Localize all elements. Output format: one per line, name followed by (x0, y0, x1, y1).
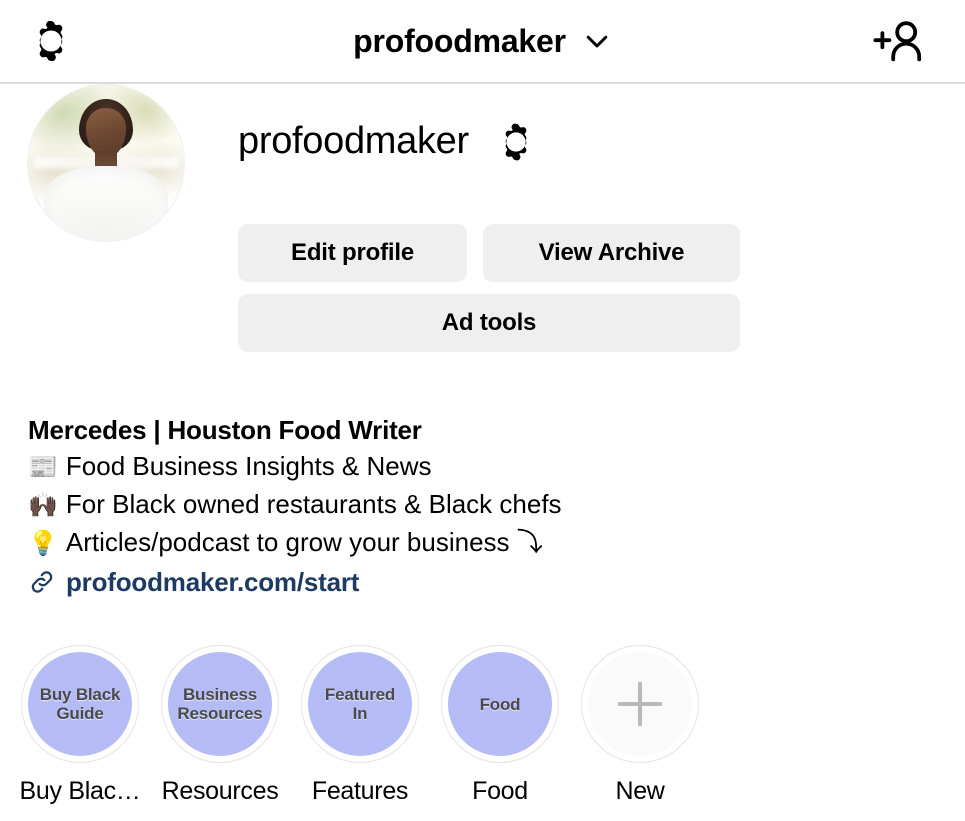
raised-hands-emoji: 🙌🏿 (28, 492, 58, 519)
new-highlight-cover (588, 652, 692, 756)
avatar[interactable] (27, 84, 185, 242)
topbar-left-group (0, 18, 150, 64)
light-bulb-emoji: 💡 (28, 530, 58, 557)
profile-action-buttons: Edit profile View Archive Ad tools (238, 224, 740, 352)
highlight-label: Resources (161, 777, 279, 805)
bio-line-text: Articles/podcast to grow your business ⤵ (65, 527, 543, 557)
highlight-item[interactable]: Featured In Features (290, 645, 430, 806)
profile-bio: Mercedes | Houston Food Writer 📰 Food Bu… (28, 412, 728, 600)
plus-icon[interactable] (618, 682, 662, 726)
profile-avatar[interactable] (27, 84, 185, 242)
gear-icon[interactable] (495, 121, 537, 163)
new-highlight-item[interactable]: New (570, 645, 710, 806)
bio-line: 📰 Food Business Insights & News (28, 448, 728, 486)
topbar-username: profoodmaker (353, 22, 566, 59)
bio-line: 🙌🏿 For Black owned restaurants & Black c… (28, 486, 728, 524)
highlight-ring: Food (441, 645, 559, 763)
bio-line-text: For Black owned restaurants & Black chef… (65, 489, 562, 519)
highlight-ring: Business Resources (161, 645, 279, 763)
bio-website-link[interactable]: profoodmaker.com/start (66, 564, 359, 600)
bio-title: Mercedes | Houston Food Writer (28, 415, 422, 445)
highlight-label: Features (311, 777, 409, 805)
highlight-item[interactable]: Buy Black Guide Buy Blac… (10, 645, 150, 806)
topbar-account-switcher[interactable]: profoodmaker (150, 23, 815, 60)
highlight-ring: Featured In (301, 645, 419, 763)
highlight-label: Food (472, 777, 528, 805)
topbar-right-group (815, 17, 965, 65)
highlight-item[interactable]: Food Food (430, 645, 570, 806)
gear-icon[interactable] (28, 18, 74, 64)
highlight-ring: Buy Black Guide (21, 645, 139, 763)
profile-name-row: profoodmaker (238, 120, 537, 163)
newspaper-emoji: 📰 (28, 454, 58, 481)
highlight-label: New (615, 777, 665, 805)
view-archive-button[interactable]: View Archive (483, 224, 740, 282)
highlight-label: Buy Blac… (19, 777, 141, 805)
top-navigation-bar: profoodmaker (0, 0, 965, 84)
ad-tools-button[interactable]: Ad tools (238, 294, 740, 352)
highlight-cover: Business Resources (168, 652, 272, 756)
profile-action-buttons-row-1: Edit profile View Archive (238, 224, 740, 282)
highlight-cover-text: Featured In (324, 685, 396, 723)
highlight-cover: Food (448, 652, 552, 756)
highlight-cover-text: Food (479, 694, 521, 714)
instagram-profile-screen: profoodmaker profoodmaker Edit profile V… (0, 0, 965, 821)
bio-line: 💡 Articles/podcast to grow your business… (28, 524, 728, 562)
bio-line-text: Food Business Insights & News (65, 451, 432, 481)
highlight-cover-text: Business Resources (177, 685, 263, 723)
highlight-cover: Featured In (308, 652, 412, 756)
bio-link-row[interactable]: profoodmaker.com/start (28, 564, 728, 600)
highlight-ring (581, 645, 699, 763)
highlight-cover: Buy Black Guide (28, 652, 132, 756)
highlight-cover-text: Buy Black Guide (39, 685, 121, 723)
chevron-down-icon[interactable] (582, 26, 612, 56)
avatar-photo-vignette (28, 85, 184, 241)
page-title: profoodmaker (238, 120, 469, 162)
link-icon (28, 568, 56, 596)
edit-profile-button[interactable]: Edit profile (238, 224, 467, 282)
story-highlights-row: Buy Black Guide Buy Blac… Business Resou… (10, 645, 710, 806)
add-person-icon[interactable] (871, 17, 927, 65)
highlight-item[interactable]: Business Resources Resources (150, 645, 290, 806)
